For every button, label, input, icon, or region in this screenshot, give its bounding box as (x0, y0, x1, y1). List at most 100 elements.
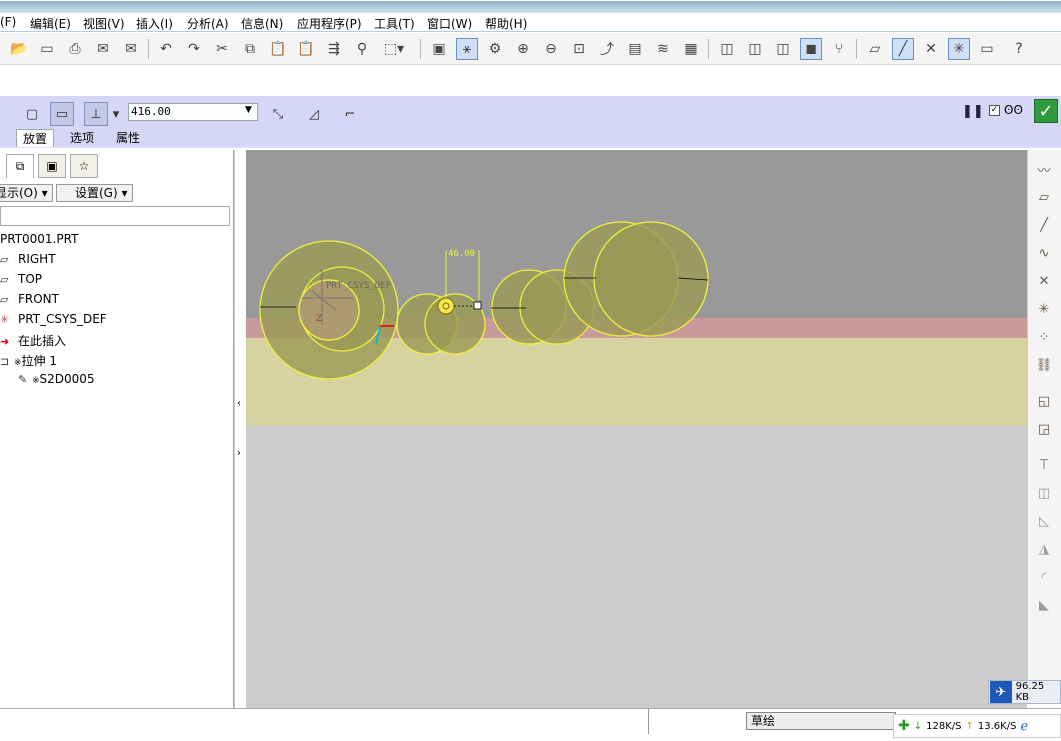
tree-item-sketch[interactable]: ✎ ※S2D0005 (18, 372, 95, 386)
solid-icon[interactable]: ▢ (20, 102, 44, 126)
menu-insert[interactable]: 插入(I) (136, 15, 173, 32)
chain-tool-icon[interactable]: ⛓ (1032, 354, 1056, 376)
show-dropdown[interactable]: 显示(O) ▾ (0, 184, 53, 202)
graphics-window[interactable]: PRT_CSYS_DEF Z 46.00 (246, 150, 1027, 708)
tab-properties[interactable]: 属性 (110, 129, 146, 147)
model-tree-tab-icon[interactable]: ⧉ (6, 154, 34, 178)
sketch-canvas[interactable]: PRT_CSYS_DEF Z 46.00 (246, 150, 1027, 708)
datum-axes-icon[interactable]: ╱ (892, 38, 914, 60)
tree-item-insert-here[interactable]: ➜ 在此插入 (0, 332, 66, 349)
find-icon[interactable]: ⚲ (351, 38, 373, 60)
collapse-left-icon[interactable]: ‹ (237, 398, 241, 409)
menu-help[interactable]: 帮助(H) (485, 15, 527, 32)
paste-special-icon[interactable]: 📋 (295, 38, 317, 60)
preview-glasses-icon[interactable]: ʘʘ (1004, 103, 1023, 117)
hidden-line-icon[interactable]: ◫ (744, 38, 766, 60)
mode-selector[interactable]: 草绘 (746, 712, 896, 730)
remove-material-icon[interactable]: ◿ (302, 102, 326, 126)
menu-edit[interactable]: 编辑(E) (30, 15, 71, 32)
repaint-icon[interactable]: ▣ (428, 38, 450, 60)
depth-drag-square[interactable] (473, 301, 482, 310)
extrude-tool-icon[interactable]: T (1032, 454, 1056, 476)
email-icon[interactable]: ✉ (92, 38, 114, 60)
analysis-tool-icon[interactable]: ⁘ (1032, 326, 1056, 348)
menu-tools[interactable]: 工具(T) (374, 15, 415, 32)
datum-planes-icon[interactable]: ▱ (864, 38, 886, 60)
csys-tool-icon[interactable]: ✳ (1032, 298, 1056, 320)
print-icon[interactable]: ⎙ (64, 38, 86, 60)
open-icon[interactable]: 📂 (8, 38, 30, 60)
thicken-icon[interactable]: ⌐ (338, 102, 362, 126)
tab-placement[interactable]: 放置 (16, 129, 55, 147)
tree-item-csys[interactable]: ✳ PRT_CSYS_DEF (0, 312, 107, 326)
network-float-widget[interactable]: ✈ 96.25 KB (988, 680, 1061, 704)
tab-options[interactable]: 选项 (64, 129, 100, 147)
reorient-icon[interactable]: ⤴ (596, 38, 618, 60)
menu-file[interactable]: (F) (0, 15, 16, 29)
panel-splitter[interactable]: ‹ › (234, 150, 246, 708)
datum-plane-tool-icon[interactable]: 〰 (1032, 158, 1056, 180)
regenerate-icon[interactable]: ⇶ (323, 38, 345, 60)
menu-view[interactable]: 视图(V) (83, 15, 125, 32)
chamfer-tool-icon[interactable]: ◣ (1032, 594, 1056, 616)
saved-views-icon[interactable]: ▤ (624, 38, 646, 60)
refit-icon[interactable]: ⊡ (568, 38, 590, 60)
tree-item-extrude[interactable]: ⊐ ※拉伸 1 (0, 352, 57, 369)
flip-direction-icon[interactable]: ⤡ (266, 102, 290, 126)
cut-icon[interactable]: ✂ (211, 38, 233, 60)
pause-icon[interactable]: ❚❚ (962, 104, 984, 119)
layers-icon[interactable]: ≋ (652, 38, 674, 60)
save-icon[interactable]: ▭ (36, 38, 58, 60)
datum-points-icon[interactable]: ✕ (920, 38, 942, 60)
favorites-tab-icon[interactable]: ☆ (70, 154, 98, 178)
paste-icon[interactable]: 📋 (267, 38, 289, 60)
select-box-icon[interactable]: ⬚▾ (379, 38, 409, 60)
spin-center-icon[interactable]: ⚹ (456, 38, 478, 60)
chevron-down-icon[interactable]: ▼ (245, 105, 252, 115)
depth-options-dropdown[interactable]: ▾ (110, 102, 122, 126)
undo-icon[interactable]: ↶ (155, 38, 177, 60)
redo-icon[interactable]: ↷ (183, 38, 205, 60)
shading-icon[interactable]: ◼ (800, 38, 822, 60)
surface-icon[interactable]: ▭ (50, 102, 74, 126)
curve-tool-icon[interactable]: ∿ (1032, 242, 1056, 264)
preview-checkbox[interactable]: ✓ (989, 105, 1000, 116)
zoom-in-icon[interactable]: ⊕ (512, 38, 534, 60)
orient-mode-icon[interactable]: ⚙ (484, 38, 506, 60)
settings-dropdown[interactable]: 设置(G) ▾ (56, 184, 133, 202)
sketch-copy-icon[interactable]: ◲ (1032, 418, 1056, 440)
email-link-icon[interactable]: ✉ (120, 38, 142, 60)
menu-analysis[interactable]: 分析(A) (187, 15, 229, 32)
whats-this-icon[interactable]: ? (1008, 38, 1030, 60)
tree-item-part[interactable]: PRT0001.PRT (0, 232, 78, 246)
depth-dimension[interactable]: 46.00 (448, 249, 475, 259)
menu-window[interactable]: 窗口(W) (427, 15, 472, 32)
axis-tool-icon[interactable]: ╱ (1032, 214, 1056, 236)
tree-item-front[interactable]: ▱ FRONT (0, 292, 59, 306)
copy-icon[interactable]: ⧉ (239, 38, 261, 60)
tree-item-top[interactable]: ▱ TOP (0, 272, 42, 286)
depth-value-input[interactable]: 416.00 (128, 103, 258, 121)
menu-applications[interactable]: 应用程序(P) (297, 15, 362, 32)
draft-tool-icon[interactable]: ◮ (1032, 538, 1056, 560)
expand-right-icon[interactable]: › (237, 448, 241, 459)
shell-tool-icon[interactable]: ◫ (1032, 482, 1056, 504)
blind-depth-icon[interactable]: ⊥ (84, 102, 108, 126)
annotations-icon[interactable]: ▭ (976, 38, 998, 60)
rib-tool-icon[interactable]: ◺ (1032, 510, 1056, 532)
tree-filter-field[interactable] (0, 206, 230, 226)
coord-sys-icon[interactable]: ✳ (948, 38, 970, 60)
wireframe-icon[interactable]: ◫ (716, 38, 738, 60)
no-hidden-icon[interactable]: ◫ (772, 38, 794, 60)
plane-tool-icon[interactable]: ▱ (1032, 186, 1056, 208)
point-tool-icon[interactable]: ✕ (1032, 270, 1056, 292)
model-tree-icon[interactable]: ⑂ (828, 38, 850, 60)
tree-item-right[interactable]: ▱ RIGHT (0, 252, 56, 266)
view-manager-icon[interactable]: ▦ (680, 38, 702, 60)
confirm-button[interactable]: ✓ (1034, 99, 1058, 123)
zoom-out-icon[interactable]: ⊖ (540, 38, 562, 60)
sketch-tool-icon[interactable]: ◱ (1032, 390, 1056, 412)
folder-browser-tab-icon[interactable]: ▣ (38, 154, 66, 178)
menu-info[interactable]: 信息(N) (241, 15, 283, 32)
round-tool-icon[interactable]: ◜ (1032, 566, 1056, 588)
